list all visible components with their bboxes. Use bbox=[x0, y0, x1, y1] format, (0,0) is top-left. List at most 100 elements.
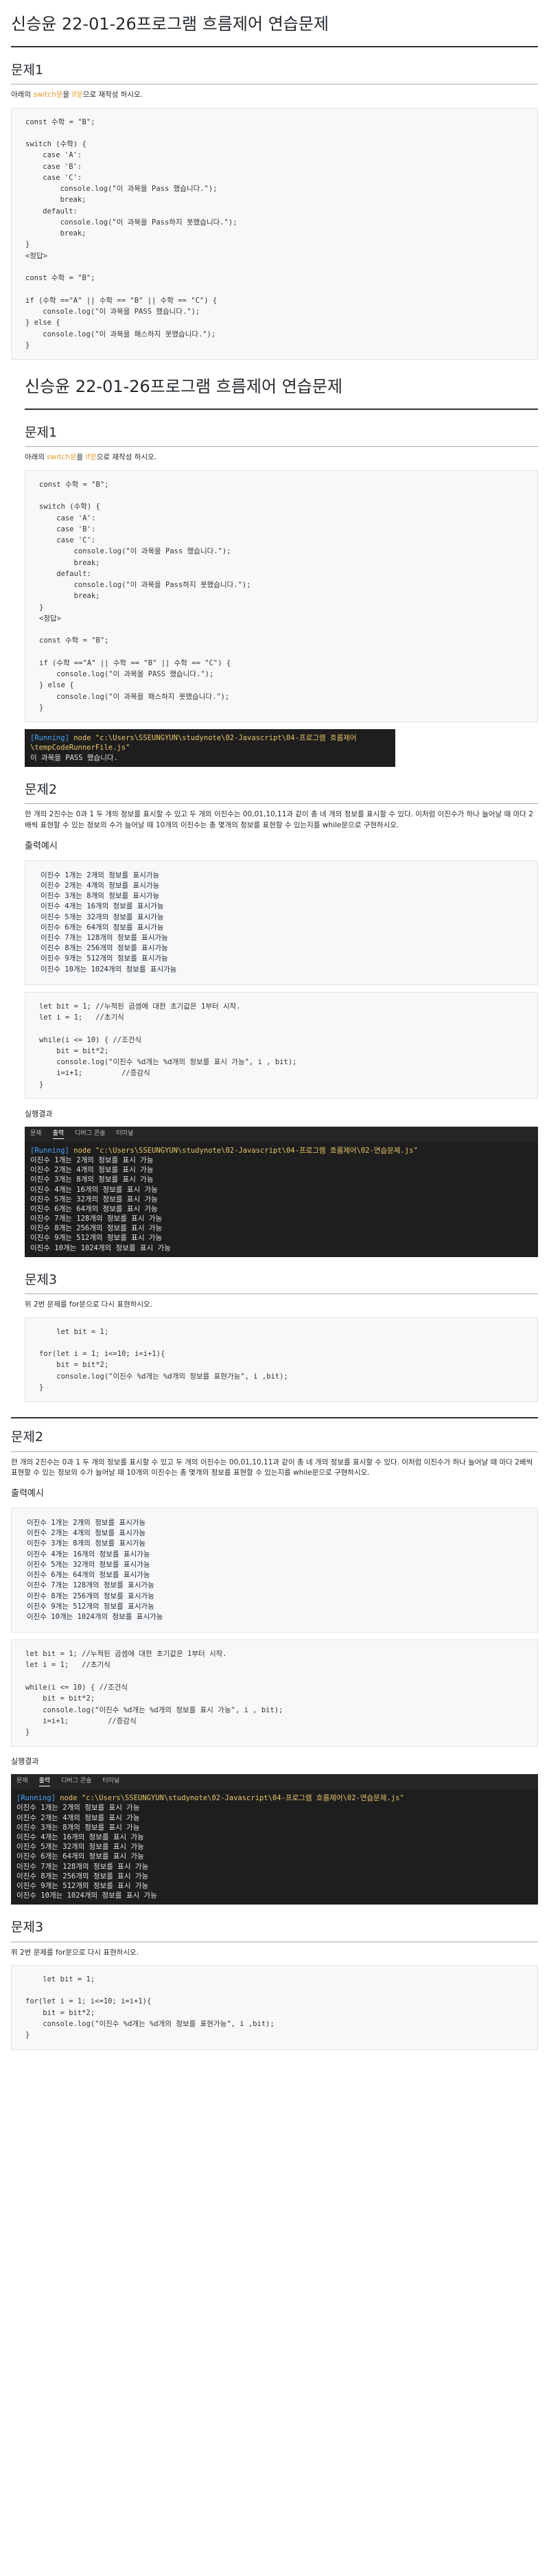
result-line: 이진수 6개는 64개의 정보를 표시 가능 bbox=[30, 1204, 158, 1213]
example-line: 이진수 6개는 64개의 정보를 표시가능 bbox=[27, 1571, 150, 1580]
divider bbox=[11, 1417, 538, 1419]
result-line: 이진수 10개는 1024개의 정보를 표시 가능 bbox=[16, 1891, 157, 1900]
code-line: console.log("이진수 %d개는 %d개의 정보를 표현가능", i … bbox=[25, 2020, 274, 2029]
code-line: const 수학 = "B"; bbox=[25, 117, 95, 126]
example-line: 이진수 10개는 1024개의 정보를 표시가능 bbox=[40, 965, 177, 974]
terminal-tab[interactable]: 출력 bbox=[38, 1777, 51, 1787]
example-line: 이진수 1개는 2개의 정보를 표시가능 bbox=[27, 1519, 146, 1527]
code-line: if (수학 =="A" || 수학 == "B" || 수학 == "C") … bbox=[25, 296, 218, 305]
result-line: 이진수 2개는 4개의 정보를 표시 가능 bbox=[30, 1166, 154, 1175]
code-line: i=i+1; //증감식 bbox=[25, 1716, 137, 1725]
result-line: 이진수 4개는 16개의 정보를 표시 가능 bbox=[16, 1832, 144, 1841]
example-line: 이진수 5개는 32개의 정보를 표시가능 bbox=[40, 912, 164, 921]
result-line: 이진수 7개는 128개의 정보를 표시 가능 bbox=[16, 1862, 149, 1871]
page-title: 신승윤 22-01-26프로그램 흐름제어 연습문제 bbox=[11, 7, 538, 47]
example-output: 이진수 1개는 2개의 정보를 표시가능이진수 2개는 4개의 정보를 표시가능… bbox=[11, 1508, 538, 1633]
code-line: } bbox=[25, 240, 30, 249]
result-lines: 이진수 1개는 2개의 정보를 표시 가능 이진수 2개는 4개의 정보를 표시 … bbox=[16, 1803, 533, 1900]
code-line: while(i <= 10) { //조건식 bbox=[39, 1035, 142, 1044]
problem1-code-block: const 수학 = "B"; switch (수학) { case 'A': … bbox=[11, 107, 538, 360]
result-line: 이진수 10개는 1024개의 정보를 표시 가능 bbox=[30, 1243, 171, 1252]
example-line: 이진수 6개는 64개의 정보를 표시가능 bbox=[40, 923, 164, 932]
code-line: bit = bit*2; bbox=[39, 1046, 109, 1055]
result-terminal: 문제 출력 디버그 콘솔 터미널 [Running] node "c:\Users\S… bbox=[11, 1774, 538, 1905]
problem2-code-block: let bit = 1; //누적된 곱셈에 대한 초기값은 1부터 시작. le… bbox=[11, 1640, 538, 1747]
code-line: case 'A': bbox=[25, 151, 82, 160]
code-line: let i = 1; //초기식 bbox=[25, 1661, 110, 1670]
code-line: while(i <= 10) { //조건식 bbox=[25, 1683, 128, 1692]
embedded-problem2-heading: 문제2 bbox=[25, 781, 538, 805]
terminal-body: [Running] node "c:\Users\SSEUNGYUN\study… bbox=[25, 1141, 538, 1257]
code-line: } else { bbox=[25, 319, 60, 327]
code-line: case 'C': bbox=[39, 536, 96, 545]
example-line: 이진수 3개는 8개의 정보를 표시가능 bbox=[40, 892, 160, 901]
code-line: break; bbox=[25, 229, 86, 238]
example-line: 이진수 10개는 1024개의 정보를 표시가능 bbox=[27, 1612, 163, 1621]
code-line: bit = bit*2; bbox=[25, 1694, 95, 1703]
code-line: } else { bbox=[39, 681, 74, 690]
embedded-result-terminal: 문제 출력 디버그 콘솔 터미널 [Running] node "c:\Users\S… bbox=[25, 1126, 538, 1257]
embedded-problem3-code-block: let bit = 1; for(let i = 1; i<=10; i=i+1… bbox=[25, 1317, 538, 1403]
terminal-tab[interactable]: 문제 bbox=[30, 1129, 42, 1139]
code-line: bit = bit*2; bbox=[25, 2008, 95, 2017]
run-output-line: 이 과목을 PASS 했습니다. bbox=[30, 753, 118, 762]
code-line: default: bbox=[25, 207, 78, 216]
result-line: 이진수 1개는 2개의 정보를 표시 가능 bbox=[30, 1156, 154, 1165]
result-line: 이진수 7개는 128개의 정보를 표시 가능 bbox=[30, 1215, 163, 1223]
code-line: console.log("이진수 %d개는 %d개의 정보를 표현가능", i … bbox=[39, 1372, 288, 1381]
embedded-problem1-code-block: const 수학 = "B"; switch (수학) { case 'A': … bbox=[25, 470, 538, 723]
embedded-example-heading: 출력예시 bbox=[25, 840, 58, 851]
example-line: 이진수 9개는 512개의 정보를 표시가능 bbox=[40, 954, 168, 963]
result-line: 이진수 3개는 8개의 정보를 표시 가능 bbox=[16, 1823, 140, 1832]
terminal-tab[interactable]: 출력 bbox=[52, 1129, 65, 1139]
code-line: case 'B': bbox=[25, 162, 82, 171]
terminal-tab[interactable]: 문제 bbox=[16, 1777, 28, 1786]
code-line: for(let i = 1; i<=10; i=i+1){ bbox=[25, 1997, 152, 2006]
terminal-tab[interactable]: 디버그 콘솔 bbox=[75, 1129, 105, 1139]
example-line: 이진수 1개는 2개의 정보를 표시가능 bbox=[40, 871, 160, 879]
problem1-heading: 문제1 bbox=[11, 61, 538, 85]
run-command: [Running] node "c:\Users\SSEUNGYUN\study… bbox=[16, 1794, 404, 1803]
result-lines: 이진수 1개는 2개의 정보를 표시 가능 이진수 2개는 4개의 정보를 표시 … bbox=[30, 1155, 533, 1253]
code-line: for(let i = 1; i<=10; i=i+1){ bbox=[39, 1350, 165, 1359]
result-line: 이진수 8개는 256개의 정보를 표시 가능 bbox=[30, 1224, 163, 1233]
result-line: 이진수 9개는 512개의 정보를 표시 가능 bbox=[30, 1234, 163, 1243]
code-line: break; bbox=[39, 592, 100, 601]
terminal-tab[interactable]: 디버그 콘솔 bbox=[61, 1777, 91, 1786]
code-line: let i = 1; //초기식 bbox=[39, 1013, 124, 1022]
code-line: break; bbox=[25, 196, 86, 205]
result-line: 이진수 6개는 64개의 정보를 표시 가능 bbox=[16, 1852, 144, 1861]
embedded-problem3-desc: 위 2번 문제를 for문으로 다시 표현하시오. bbox=[25, 1300, 153, 1309]
example-heading: 출력예시 bbox=[11, 1488, 44, 1499]
embedded-problem2-desc: 한 개의 2진수는 0과 1 두 개의 정보를 표시할 수 있고 두 개의 이진… bbox=[25, 810, 533, 829]
example-line: 이진수 4개는 16개의 정보를 표시가능 bbox=[40, 902, 164, 911]
code-line: } bbox=[25, 341, 30, 349]
code-line: console.log("이 과목을 Pass 했습니다."); bbox=[25, 185, 218, 194]
example-line: 이진수 2개는 4개의 정보를 표시가능 bbox=[27, 1529, 146, 1538]
embedded-problem1-heading: 문제1 bbox=[25, 424, 538, 448]
embedded-problem1-desc: 아래의 switch문을 if문으로 재작성 하시오. bbox=[25, 453, 157, 462]
example-line: 이진수 7개는 128개의 정보를 표시가능 bbox=[27, 1581, 154, 1590]
code-line: const 수학 = "B"; bbox=[25, 274, 95, 283]
terminal-body: [Running] node "c:\Users\SSEUNGYUN\study… bbox=[11, 1789, 538, 1905]
code-line: let bit = 1; bbox=[25, 1975, 95, 1983]
code-line: <정답> bbox=[25, 251, 47, 260]
example-line: 이진수 7개는 128개의 정보를 표시가능 bbox=[40, 933, 168, 942]
run-command: [Running] node "c:\Users\SSEUNGYUN\study… bbox=[30, 1146, 418, 1155]
result-line: 이진수 5개는 32개의 정보를 표시 가능 bbox=[16, 1843, 144, 1852]
terminal-tab[interactable]: 터미널 bbox=[102, 1777, 119, 1786]
example-line: 이진수 8개는 256개의 정보를 표시가능 bbox=[40, 944, 168, 953]
result-line: 이진수 3개는 8개의 정보를 표시 가능 bbox=[30, 1175, 154, 1184]
code-line: if (수학 =="A" || 수학 == "B" || 수학 == "C") … bbox=[39, 658, 231, 667]
terminal-tab[interactable]: 터미널 bbox=[116, 1129, 133, 1139]
code-line: console.log("이 과목을 PASS 했습니다."); bbox=[25, 308, 200, 317]
code-line: } bbox=[39, 704, 44, 713]
problem3-heading: 문제3 bbox=[11, 1918, 538, 1942]
result-line: 이진수 4개는 16개의 정보를 표시 가능 bbox=[30, 1185, 158, 1194]
